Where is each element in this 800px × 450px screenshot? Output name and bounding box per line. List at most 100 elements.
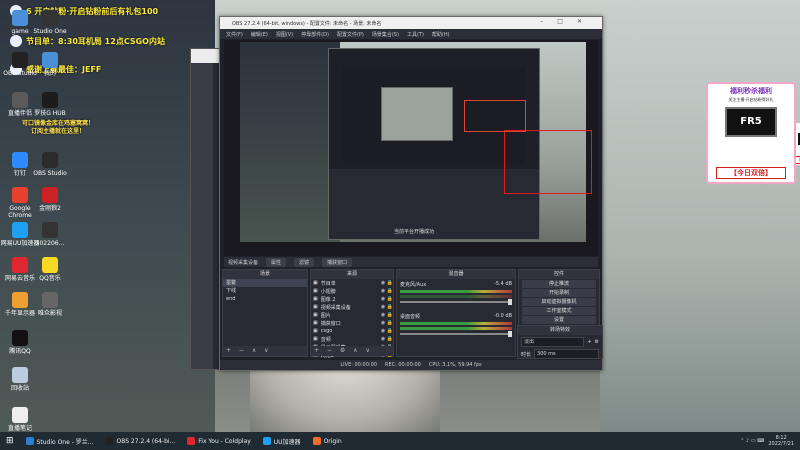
- studio-mode-button[interactable]: 工作室模式: [522, 307, 596, 315]
- clock[interactable]: 8:12 2022/7/21: [768, 435, 794, 447]
- visibility-lock-icon[interactable]: ◉ 🔒: [381, 304, 393, 310]
- obs-window[interactable]: OBS 27.2.4 (64-bit, windows) - 配置文件: 未命名…: [219, 16, 800, 371]
- visibility-lock-icon[interactable]: ◉ 🔒: [381, 312, 393, 318]
- app-icon: [12, 10, 28, 26]
- volume-slider-knob[interactable]: [508, 331, 512, 337]
- clock-date: 2022/7/21: [768, 441, 794, 447]
- source-type-icon: ▣: [313, 280, 318, 286]
- desktop-icon[interactable]: Studio One: [30, 10, 70, 35]
- rec-status: REC: 00:00:00: [384, 362, 421, 368]
- desktop-icon[interactable]: 金刚狼2: [30, 187, 70, 212]
- settings-button[interactable]: 设置: [522, 316, 596, 324]
- taskbar-item[interactable]: Origin: [307, 432, 348, 450]
- menu-view[interactable]: 视图(V): [276, 31, 293, 38]
- sidebar: [191, 63, 213, 369]
- source-toolbar: 视频采集设备 属性 滤镜 捕获窗口: [224, 257, 598, 267]
- source-label: 图片: [320, 312, 331, 319]
- menu-scene-collection[interactable]: 场景集合(S): [372, 31, 399, 38]
- filters-button[interactable]: 滤镜: [294, 257, 315, 267]
- visibility-lock-icon[interactable]: ◉ 🔒: [381, 280, 393, 286]
- controls-header: 控件: [519, 270, 599, 279]
- source-item[interactable]: ▣ 小翅膀 ◉ 🔒: [311, 287, 393, 295]
- scene-item[interactable]: 墨鳖: [223, 279, 307, 287]
- selection-box-small[interactable]: [464, 100, 526, 132]
- source-item[interactable]: ▣ 图像 2 ◉ 🔒: [311, 295, 393, 303]
- visibility-lock-icon[interactable]: ◉ 🔒: [381, 328, 393, 334]
- sources-header: 来源: [311, 270, 393, 279]
- sources-panel: 来源 ▣ 节目单 ◉ 🔒 ▣ 小翅膀 ◉ 🔒 ▣ 图像 2 ◉ 🔒 ▣ 视频采集设备 ◉ 🔒 ▣ 图片 ◉ …: [310, 269, 394, 359]
- gear-icon[interactable]: ⚙: [595, 339, 599, 345]
- promo-logo: FR5: [725, 107, 777, 137]
- desktop-icon[interactable]: 202206...: [30, 222, 70, 247]
- stop-streaming-button[interactable]: 停止推流: [522, 280, 596, 288]
- app-icon: [42, 292, 58, 308]
- app-icon: [105, 437, 114, 445]
- visibility-lock-icon[interactable]: ◉ 🔒: [381, 336, 393, 342]
- preview-canvas[interactable]: FR5 【今日双倍】 当前平台开播成功: [224, 40, 800, 256]
- scene-item[interactable]: end: [223, 295, 307, 303]
- taskbar-item-label: UU加速器: [273, 438, 301, 446]
- desktop-icon[interactable]: QQ音乐: [30, 257, 70, 282]
- start-recording-button[interactable]: 开始录制: [522, 289, 596, 297]
- start-button[interactable]: ⊞: [0, 432, 20, 450]
- desktop-icon-label: OBS Studio: [33, 170, 67, 177]
- source-item[interactable]: ▣ 图片 ◉ 🔒: [311, 311, 393, 319]
- taskbar-item[interactable]: Studio One - 罗兰...: [20, 432, 100, 450]
- taskbar-item[interactable]: Fix You - Coldplay: [181, 432, 257, 450]
- desktop-icon[interactable]: 我的: [30, 52, 70, 77]
- wallpaper-right: [600, 0, 800, 432]
- visibility-lock-icon[interactable]: ◉ 🔒: [381, 296, 393, 302]
- menu-docks[interactable]: 停靠部件(D): [301, 31, 329, 38]
- source-item[interactable]: ▣ csgo ◉ 🔒: [311, 327, 393, 335]
- tray-icons[interactable]: ⌃ ♪ ▭ ⌨: [740, 438, 764, 444]
- preview-inner-desktop: [381, 87, 453, 141]
- overlay-notice: 可口镜像金库在鸡塞窝窝！ 订阅主播就在这里！: [21, 120, 94, 135]
- volume-slider[interactable]: [400, 299, 512, 305]
- volume-slider-knob[interactable]: [508, 299, 512, 305]
- transitions-header: 转场特效: [518, 326, 602, 335]
- desktop-icon[interactable]: OBS Studio: [30, 152, 70, 177]
- visibility-lock-icon[interactable]: ◉ 🔒: [381, 320, 393, 326]
- source-type-icon: ▣: [313, 296, 318, 302]
- visibility-lock-icon[interactable]: ◉ 🔒: [381, 288, 393, 294]
- source-item[interactable]: ▣ 捕获窗口 ◉ 🔒: [311, 319, 393, 327]
- desktop-icon[interactable]: 罗技G HUB: [30, 92, 70, 117]
- taskbar-item[interactable]: OBS 27.2.4 (64-bi...: [99, 432, 181, 450]
- source-item[interactable]: ▣ 节目单 ◉ 🔒: [311, 279, 393, 287]
- menu-tools[interactable]: 工具(T): [407, 31, 424, 38]
- capture-window-button[interactable]: 捕获窗口: [322, 257, 353, 267]
- menu-help[interactable]: 帮助(H): [432, 31, 450, 38]
- app-icon: [42, 187, 58, 203]
- mixer-channel-name: 桌面音频: [400, 314, 421, 320]
- app-icon: [262, 437, 271, 445]
- source-label: 音频: [320, 336, 331, 343]
- sources-footer[interactable]: + − ⚙ ∧ ∨: [311, 346, 393, 356]
- desktop-icon[interactable]: 唯众影视: [30, 292, 70, 317]
- duration-input[interactable]: 300 ms: [534, 349, 599, 359]
- desktop-icon[interactable]: 直播笔记: [0, 407, 40, 432]
- desktop-icon[interactable]: 腾讯QQ: [0, 330, 40, 355]
- app-icon: [12, 292, 28, 308]
- window-titlebar[interactable]: OBS 27.2.4 (64-bit, windows) - 配置文件: 未命名…: [220, 17, 602, 29]
- duration-row: 时长 300 ms: [521, 349, 599, 359]
- window-controls[interactable]: –□✕: [540, 18, 596, 25]
- menu-profile[interactable]: 配置文件(P): [337, 31, 364, 38]
- source-item[interactable]: ▣ 音频 ◉ 🔒: [311, 335, 393, 343]
- volume-slider[interactable]: [400, 331, 512, 337]
- volume-meter: [400, 327, 512, 330]
- start-virtual-camera-button[interactable]: 启动虚拟摄像机: [522, 298, 596, 306]
- scenes-footer[interactable]: + − ∧ ∨: [223, 346, 307, 356]
- add-transition-icon[interactable]: +: [587, 339, 591, 345]
- menu-edit[interactable]: 编辑(E): [251, 31, 268, 38]
- scene-item[interactable]: 下线: [223, 287, 307, 295]
- desktop-icon[interactable]: 回收站: [0, 367, 40, 392]
- menu-file[interactable]: 文件(F): [226, 31, 243, 38]
- transition-select[interactable]: 淡出: [521, 337, 585, 347]
- source-item[interactable]: ▣ 视频采集设备 ◉ 🔒: [311, 303, 393, 311]
- preview-wallpaper-left: [240, 42, 340, 242]
- duration-label: 时长: [521, 351, 532, 358]
- properties-button[interactable]: 属性: [266, 257, 287, 267]
- selection-box[interactable]: [504, 130, 592, 194]
- taskbar-item[interactable]: UU加速器: [257, 432, 307, 450]
- source-type-icon: ▣: [313, 328, 318, 334]
